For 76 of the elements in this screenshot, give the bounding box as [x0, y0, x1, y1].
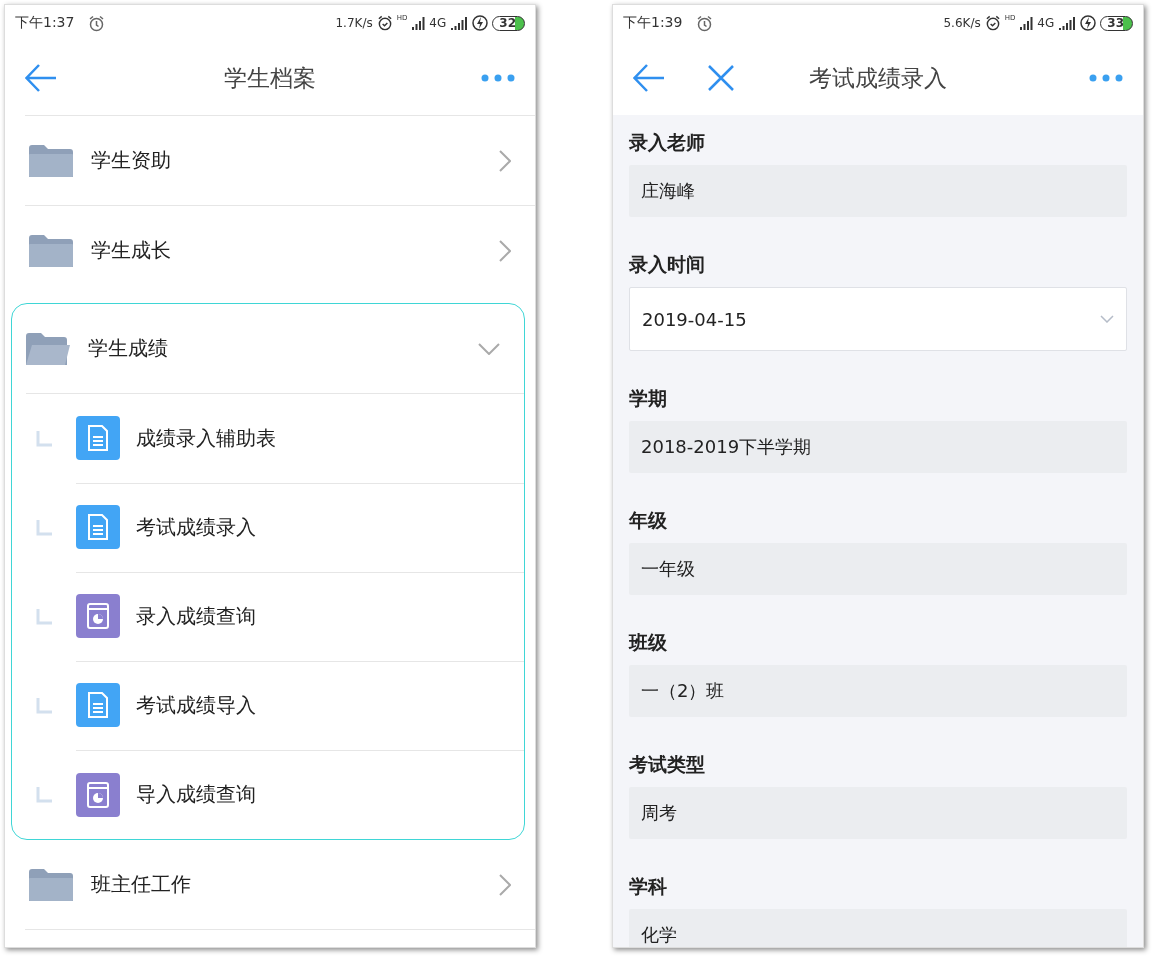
chevron-right-icon[interactable]	[499, 149, 511, 172]
tree-branch-icon	[36, 430, 52, 447]
chevron-right-icon[interactable]	[499, 239, 511, 262]
field-label: 年级	[629, 508, 668, 533]
folder-label: 班主任工作	[91, 871, 192, 898]
signal-icon	[1019, 16, 1034, 30]
folder-row[interactable]: 学生成长	[25, 205, 535, 295]
report-icon	[76, 772, 120, 817]
field-label: 班级	[629, 630, 668, 655]
input-field[interactable]: 周考	[629, 787, 1127, 839]
alarm-icon	[984, 15, 1001, 31]
signal-icon	[411, 16, 426, 30]
clock-time: 下午1:37	[15, 14, 75, 32]
battery-indicator: 33	[1100, 15, 1133, 31]
folder-label: 学生成长	[91, 237, 172, 264]
field-label: 学科	[629, 874, 668, 899]
folder-label: 学生资助	[91, 147, 172, 174]
folder-icon	[29, 868, 73, 901]
menu-item[interactable]: 考试成绩导入	[76, 660, 524, 751]
folder-icon	[29, 234, 73, 267]
charging-icon	[472, 15, 489, 31]
menu-item-label: 导入成绩查询	[136, 781, 256, 808]
network-type: 4G	[429, 16, 447, 30]
field-label: 录入老师	[629, 130, 706, 155]
menu-item-label: 考试成绩录入	[136, 513, 256, 541]
back-icon[interactable]	[25, 64, 57, 92]
field-label: 录入时间	[629, 252, 706, 277]
alarm-icon	[376, 15, 393, 31]
folder-icon	[29, 144, 73, 177]
menu-item[interactable]: 考试成绩录入	[76, 482, 524, 573]
signal-icon	[450, 16, 469, 30]
field-label: 学期	[629, 386, 668, 411]
network-speed: 1.7K/s	[335, 16, 373, 30]
menu-item-label: 成绩录入辅助表	[136, 424, 276, 452]
battery-indicator: 32	[492, 15, 525, 31]
folder-label: 学生成绩	[88, 335, 169, 362]
alarm-icon	[88, 14, 106, 32]
menu-item[interactable]: 录入成绩查询	[76, 571, 524, 662]
charging-icon	[1080, 15, 1097, 31]
document-icon	[76, 505, 120, 549]
signal-icon	[1058, 16, 1077, 30]
folder-row[interactable]: 学生资助	[25, 115, 535, 205]
more-icon[interactable]	[481, 74, 515, 82]
input-field[interactable]: 化学	[629, 909, 1127, 947]
input-field[interactable]: 一（2）班	[629, 665, 1127, 717]
alarm-icon	[696, 14, 714, 32]
tree-branch-icon	[36, 697, 52, 714]
menu-item-label: 考试成绩导入	[136, 691, 256, 719]
page-title: 学生档案	[224, 63, 316, 93]
close-icon[interactable]	[707, 64, 735, 92]
back-icon[interactable]	[633, 64, 665, 92]
menu-item-label: 录入成绩查询	[136, 602, 256, 630]
tree-branch-icon	[36, 519, 52, 536]
input-field[interactable]: 庄海峰	[629, 165, 1127, 217]
page-title: 考试成绩录入	[809, 63, 947, 93]
menu-item[interactable]: 导入成绩查询	[76, 750, 524, 839]
menu-item[interactable]: 成绩录入辅助表	[76, 393, 524, 484]
network-type: 4G	[1037, 16, 1055, 30]
network-speed: 5.6K/s	[943, 16, 981, 30]
input-field[interactable]: 2018-2019下半学期	[629, 421, 1127, 473]
folder-row[interactable]: 学生成绩	[26, 304, 524, 394]
folder-row[interactable]: 班主任工作	[25, 840, 535, 930]
document-icon	[76, 683, 120, 727]
clock-time: 下午1:39	[623, 14, 683, 32]
folder-icon	[26, 332, 70, 365]
input-field[interactable]: 一年级	[629, 543, 1127, 595]
date-select[interactable]: 2019-04-15	[629, 287, 1127, 351]
tree-branch-icon	[36, 608, 52, 625]
chevron-right-icon[interactable]	[499, 873, 511, 896]
chevron-down-icon	[1100, 315, 1114, 323]
more-icon[interactable]	[1089, 74, 1123, 82]
document-icon	[76, 416, 120, 460]
field-label: 考试类型	[629, 752, 706, 777]
chevron-down-icon[interactable]	[478, 342, 500, 355]
report-icon	[76, 594, 120, 638]
tree-branch-icon	[36, 786, 52, 803]
